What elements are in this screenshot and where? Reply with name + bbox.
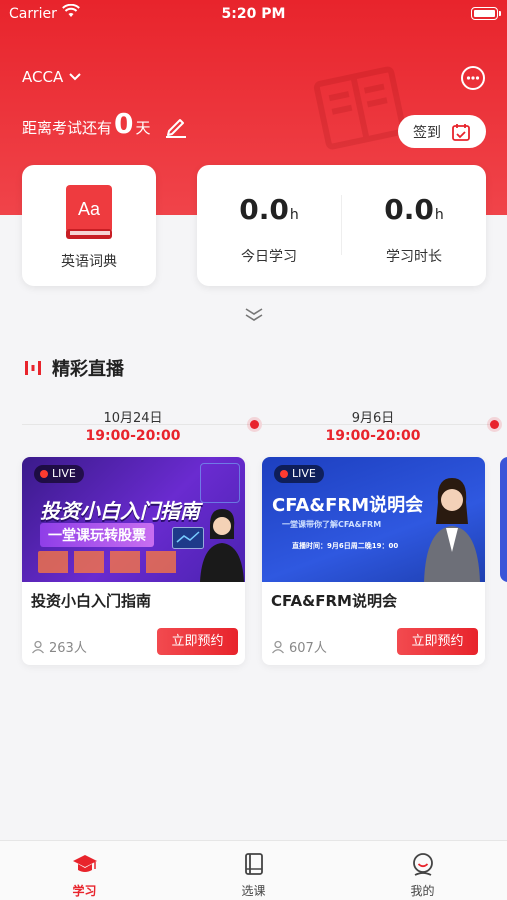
- tab-bar: 学习 选课 我的: [0, 840, 507, 900]
- host-portrait: [200, 509, 244, 582]
- next-live-card-peek[interactable]: [500, 457, 507, 582]
- countdown-days: 0: [114, 107, 134, 140]
- live-title: CFA&FRM说明会: [271, 592, 397, 610]
- attendee-count: 607人: [271, 637, 327, 656]
- dictionary-icon-text: Aa: [78, 199, 101, 219]
- person-icon: [272, 640, 284, 653]
- stat-total: 0.0h 学习时长: [342, 165, 486, 286]
- chevron-down-icon: [69, 73, 81, 81]
- reserve-button[interactable]: 立即预约: [157, 628, 238, 655]
- timeline-date: 9月6日: [351, 411, 395, 426]
- message-icon[interactable]: [460, 65, 486, 91]
- study-stats-card: 0.0h 今日学习 0.0h 学习时长: [197, 165, 486, 286]
- reserve-button[interactable]: 立即预约: [397, 628, 478, 655]
- book-watermark-icon: [313, 66, 407, 150]
- signin-button[interactable]: 签到: [398, 115, 486, 148]
- countdown-suffix: 天: [135, 119, 151, 137]
- live-badge: LIVE: [274, 465, 324, 483]
- live-card[interactable]: 投资小白入门指南 一堂课玩转股票 LIVE 投资小白入门指南 263人 立即预约: [22, 457, 245, 665]
- live-badge: LIVE: [34, 465, 84, 483]
- live-banner: CFA&FRM说明会 一堂课带你了解CFA&FRM 直播时间：9月6日周二晚19…: [262, 457, 485, 582]
- edit-icon[interactable]: [163, 113, 189, 139]
- course-selector[interactable]: ACCA: [22, 68, 81, 86]
- decor: [200, 463, 240, 503]
- banner-time: 直播时间：9月6日周二晚19：00: [292, 542, 399, 550]
- live-banner: 投资小白入门指南 一堂课玩转股票 LIVE: [22, 457, 245, 582]
- stat-total-label: 学习时长: [386, 249, 442, 265]
- stat-total-value: 0.0h: [384, 193, 444, 226]
- tab-study[interactable]: 学习: [0, 841, 169, 900]
- battery-icon: [471, 7, 501, 20]
- section-header-live: 精彩直播: [24, 355, 124, 381]
- live-card[interactable]: CFA&FRM说明会 一堂课带你了解CFA&FRM 直播时间：9月6日周二晚19…: [262, 457, 485, 665]
- signin-label: 签到: [413, 124, 441, 141]
- live-timeline: 10月24日 19:00-20:00 9月6日 19:00-20:00: [0, 400, 507, 450]
- banner-title: CFA&FRM说明会: [272, 495, 424, 516]
- timeline-date: 10月24日: [103, 411, 163, 426]
- timeline-dot: [250, 420, 259, 429]
- stat-today-value: 0.0h: [239, 193, 299, 226]
- attendee-count: 263人: [31, 637, 87, 656]
- double-chevron-down-icon[interactable]: [243, 305, 265, 323]
- live-bars-icon: [25, 361, 41, 375]
- banner-subtitle: 一堂课带你了解CFA&FRM: [282, 520, 382, 529]
- person-icon: [32, 640, 44, 653]
- attendee-count-label: 263人: [49, 641, 87, 656]
- timeline-dot: [490, 420, 499, 429]
- banner-title: 投资小白入门指南: [40, 499, 200, 523]
- status-bar: Carrier 5:20 PM: [0, 0, 507, 30]
- course-name: ACCA: [22, 68, 64, 86]
- dictionary-book-icon: Aa: [66, 185, 112, 239]
- decor: [38, 551, 178, 573]
- profile-icon: [413, 853, 433, 876]
- tab-profile[interactable]: 我的: [338, 841, 507, 900]
- book-icon: [245, 853, 263, 875]
- calendar-check-icon: [452, 123, 470, 141]
- tab-label: 选课: [241, 884, 266, 898]
- attendee-count-label: 607人: [289, 641, 327, 656]
- exam-countdown: 距离考试还有 0 天: [22, 110, 151, 138]
- clock: 5:20 PM: [221, 6, 286, 22]
- live-title: 投资小白入门指南: [31, 592, 152, 610]
- section-title: 精彩直播: [52, 359, 124, 380]
- timeline-time: 19:00-20:00: [85, 428, 181, 444]
- countdown-prefix: 距离考试还有: [22, 119, 113, 137]
- banner-subtitle: 一堂课玩转股票: [40, 523, 154, 547]
- graduation-cap-icon: [73, 855, 97, 872]
- timeline-time: 19:00-20:00: [325, 428, 421, 444]
- host-portrait: [424, 478, 480, 582]
- tab-courses[interactable]: 选课: [169, 841, 338, 900]
- tab-label: 学习: [72, 884, 97, 898]
- stat-today-label: 今日学习: [241, 249, 297, 265]
- dictionary-card[interactable]: Aa 英语词典: [22, 165, 156, 286]
- tab-label: 我的: [410, 884, 435, 898]
- dictionary-label: 英语词典: [61, 254, 117, 270]
- stat-today: 0.0h 今日学习: [197, 165, 341, 286]
